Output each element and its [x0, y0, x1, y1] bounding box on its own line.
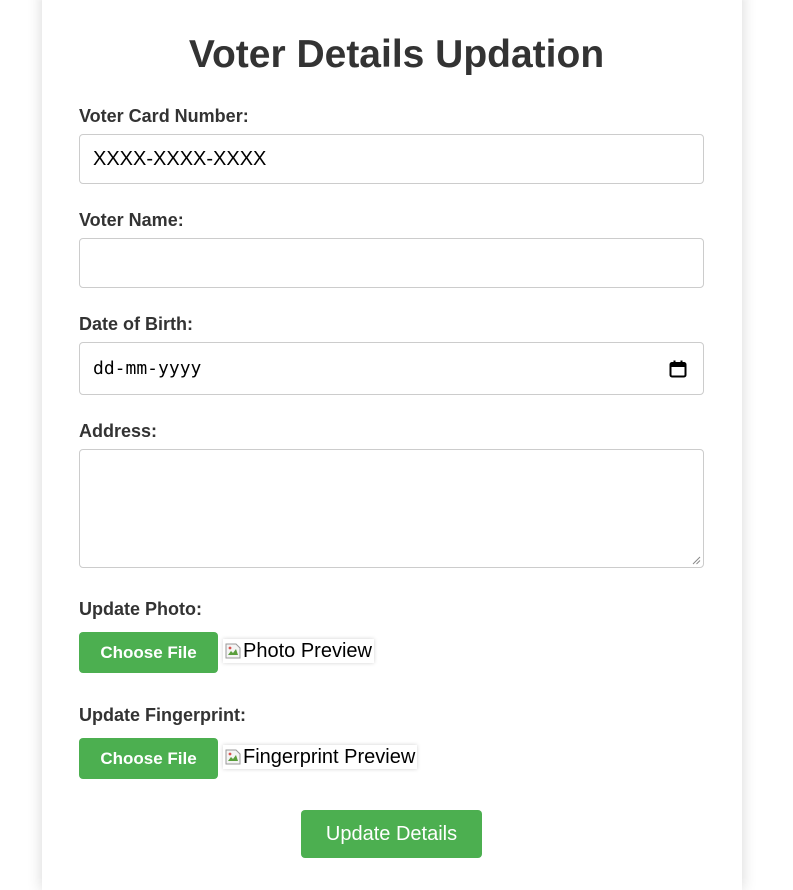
- photo-preview: Photo Preview: [223, 639, 374, 663]
- voter-name-label: Voter Name:: [79, 210, 184, 230]
- photo-choose-file-button[interactable]: Choose File: [79, 632, 218, 673]
- broken-image-icon: [225, 643, 241, 659]
- update-details-button[interactable]: Update Details: [301, 810, 482, 858]
- fingerprint-label: Update Fingerprint:: [79, 705, 246, 725]
- fingerprint-preview: Fingerprint Preview: [223, 745, 418, 769]
- dob-placeholder: dd-mm-yyyy: [93, 358, 202, 379]
- address-label: Address:: [79, 421, 158, 441]
- address-textarea[interactable]: [79, 449, 704, 568]
- voter-card-input[interactable]: XXXX-XXXX-XXXX: [79, 134, 704, 184]
- resize-handle-icon[interactable]: [691, 555, 701, 565]
- voter-card-label: Voter Card Number:: [79, 106, 249, 126]
- broken-image-icon: [225, 749, 241, 765]
- page-title: Voter Details Updation: [188, 33, 605, 76]
- photo-preview-alt: Photo Preview: [243, 640, 372, 662]
- fingerprint-choose-file-button[interactable]: Choose File: [79, 738, 218, 779]
- calendar-icon[interactable]: [669, 360, 687, 378]
- voter-name-input[interactable]: [79, 238, 704, 288]
- fingerprint-preview-alt: Fingerprint Preview: [243, 746, 416, 768]
- photo-label: Update Photo:: [79, 599, 202, 619]
- dob-label: Date of Birth:: [79, 314, 193, 334]
- dob-input[interactable]: dd-mm-yyyy: [79, 342, 704, 395]
